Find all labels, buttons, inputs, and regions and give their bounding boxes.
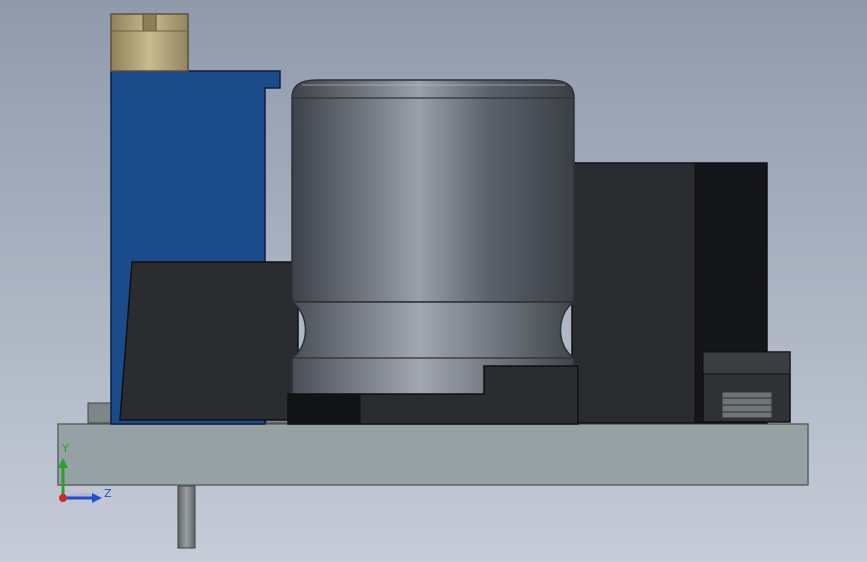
screw-slot — [142, 13, 157, 32]
cad-viewport[interactable]: Y Z — [0, 0, 867, 562]
left-dark-block — [119, 261, 299, 421]
connector-top — [702, 351, 791, 375]
y-axis-label: Y — [61, 442, 69, 455]
capacitor-base-front — [287, 393, 361, 425]
pcb-board — [57, 423, 809, 486]
z-axis-label: Z — [104, 487, 112, 500]
capacitor-body — [291, 79, 575, 303]
cad-scene[interactable]: Y Z — [0, 0, 867, 562]
bottom-pin — [177, 485, 196, 549]
origin-icon — [59, 494, 67, 502]
